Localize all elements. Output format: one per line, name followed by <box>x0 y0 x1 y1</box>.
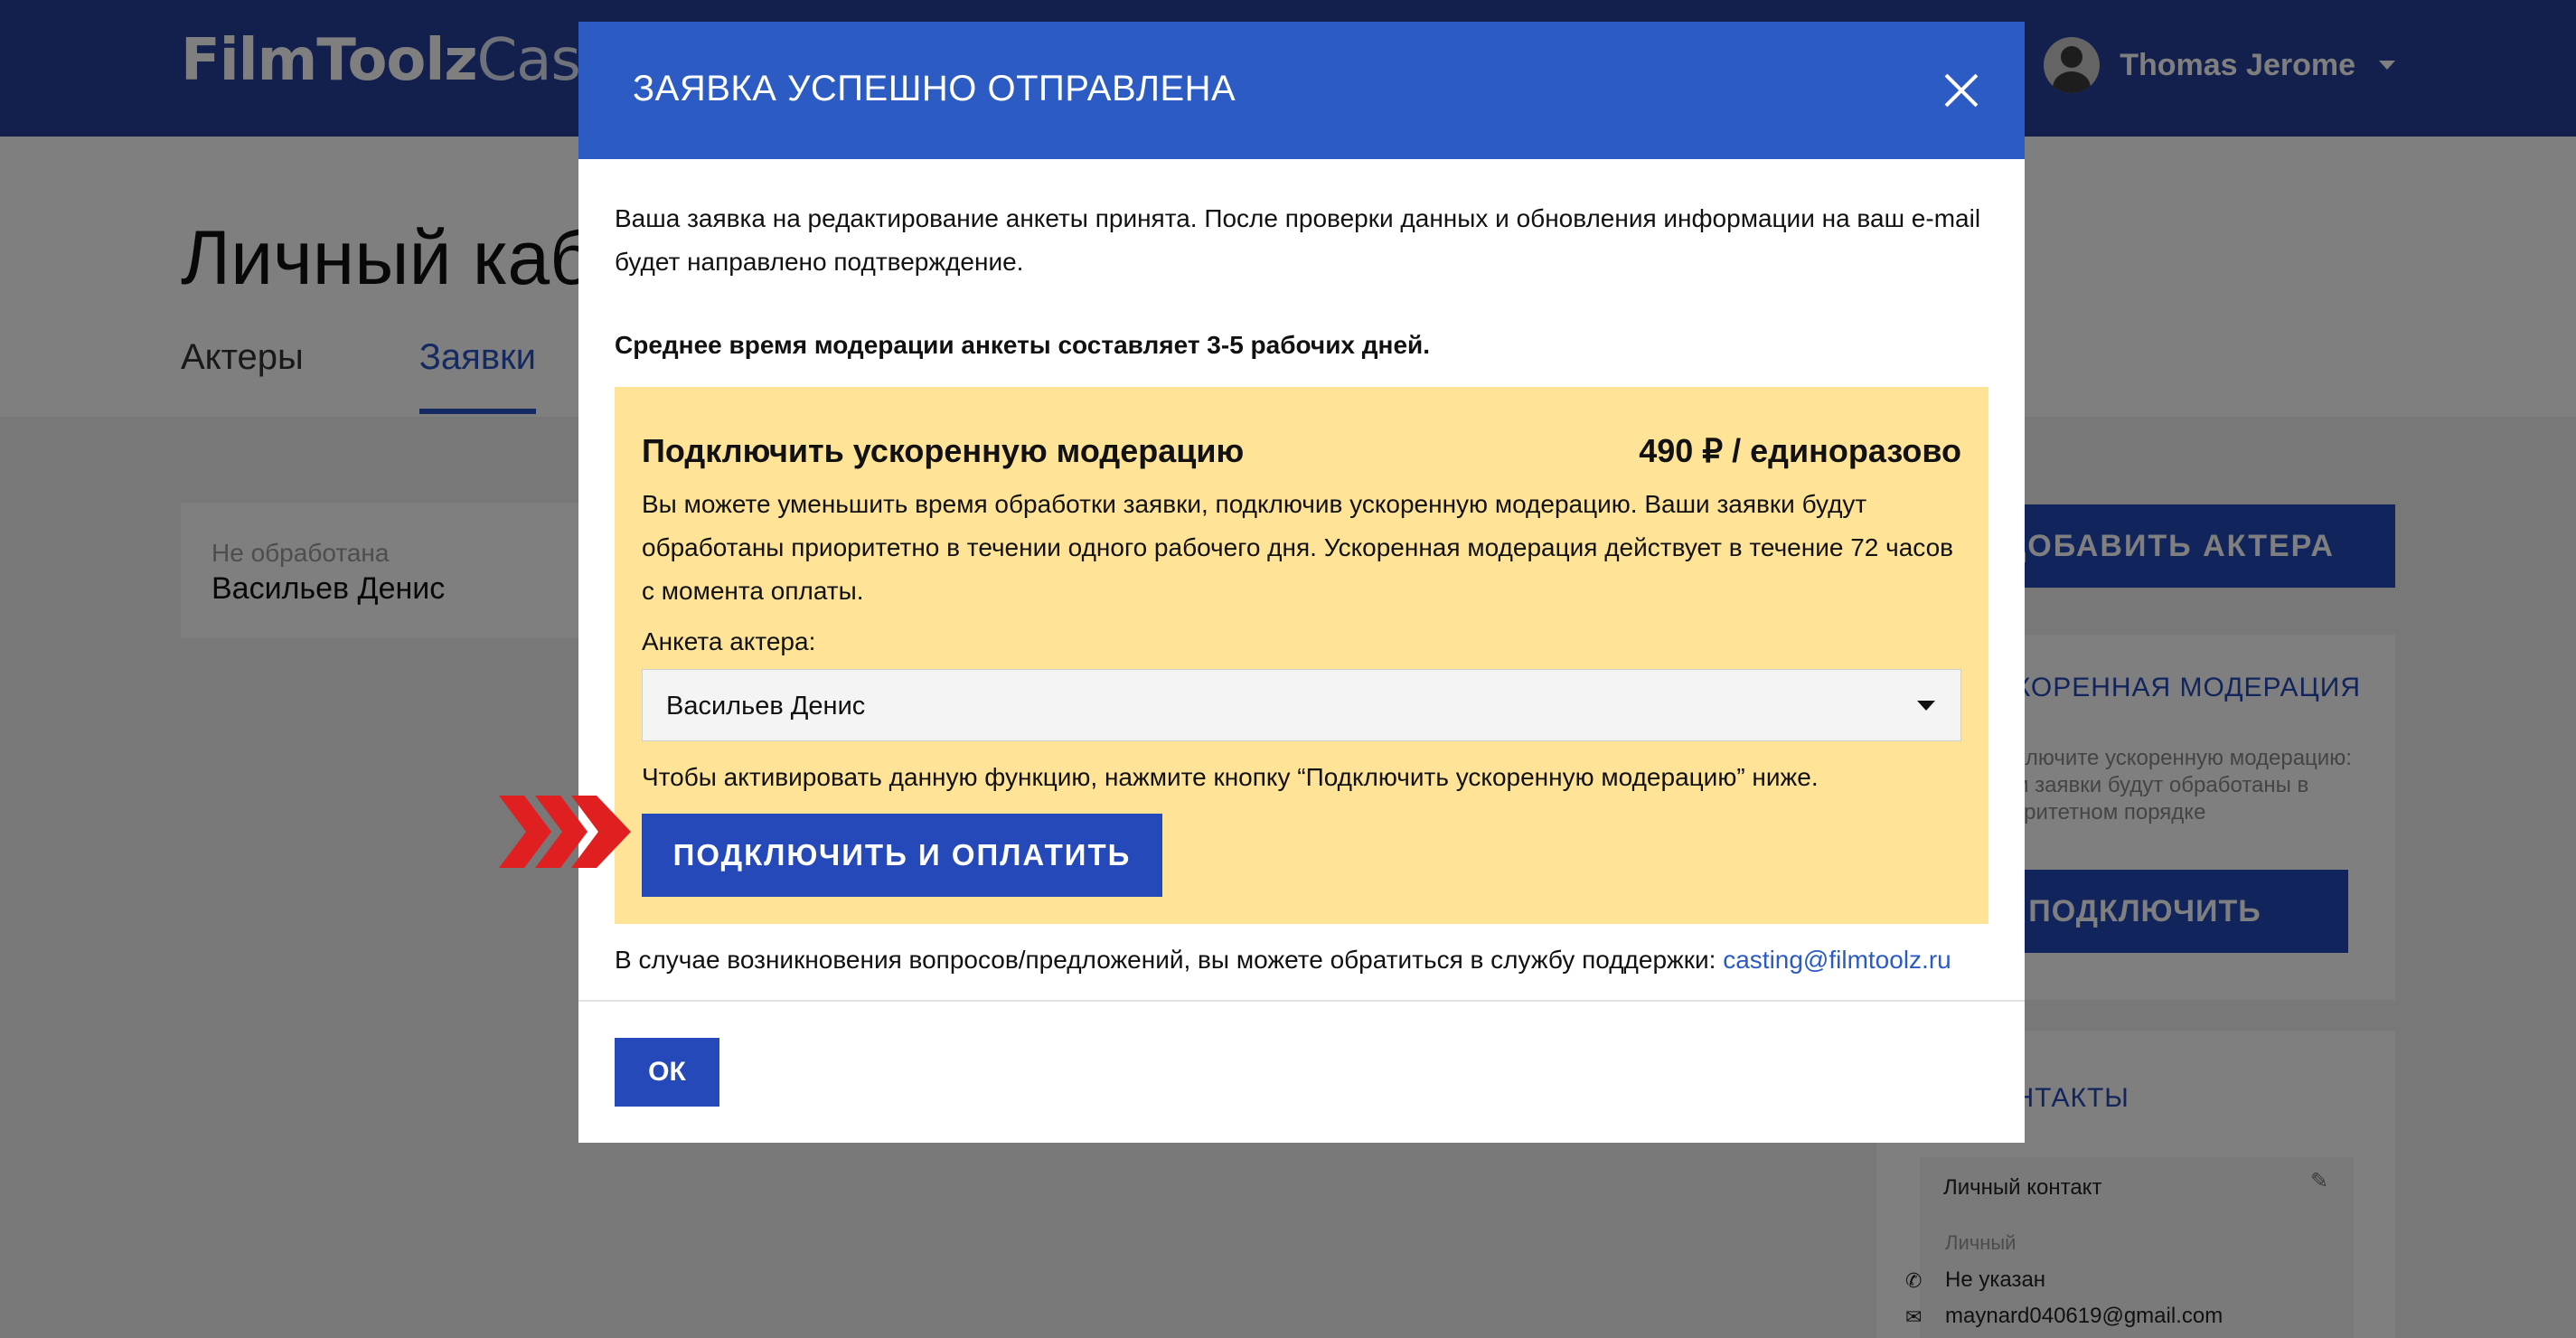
promo-price: 490 ₽ / единоразово <box>1639 432 1961 469</box>
promo-description: Вы можете уменьшить время обработки заяв… <box>642 490 1954 605</box>
actor-profile-select-value: Васильев Денис <box>666 692 866 721</box>
modal-divider <box>578 1000 2025 1002</box>
connect-and-pay-button[interactable]: ПОДКЛЮЧИТЬ И ОПЛАТИТЬ <box>642 814 1162 897</box>
support-text-label: В случае возникновения вопросов/предложе… <box>615 946 1716 974</box>
actor-profile-select[interactable]: Васильев Денис <box>642 669 1961 741</box>
modal-intro-text: Ваша заявка на редактирование анкеты при… <box>615 204 1981 276</box>
support-text: В случае возникновения вопросов/предложе… <box>615 946 1951 975</box>
modal-header: ЗАЯВКА УСПЕШНО ОТПРАВЛЕНА <box>578 22 2025 159</box>
fast-moderation-promo: Подключить ускоренную модерацию 490 ₽ / … <box>615 387 1988 924</box>
actor-profile-label: Анкета актера: <box>642 627 816 655</box>
promo-title: Подключить ускоренную модерацию <box>642 432 1245 469</box>
ok-button[interactable]: ОК <box>615 1038 719 1107</box>
promo-hint: Чтобы активировать данную функцию, нажми… <box>642 763 1819 791</box>
pointer-arrows-icon <box>499 796 631 868</box>
support-email-link[interactable]: casting@filmtoolz.ru <box>1723 946 1951 974</box>
chevron-down-icon <box>1917 701 1935 711</box>
moderation-time-note: Среднее время модерации анкеты составляе… <box>615 331 1431 359</box>
modal-title: ЗАЯВКА УСПЕШНО ОТПРАВЛЕНА <box>633 69 1236 108</box>
close-icon[interactable] <box>1943 72 1979 108</box>
success-modal: ЗАЯВКА УСПЕШНО ОТПРАВЛЕНА Ваша заявка на… <box>578 22 2025 1143</box>
